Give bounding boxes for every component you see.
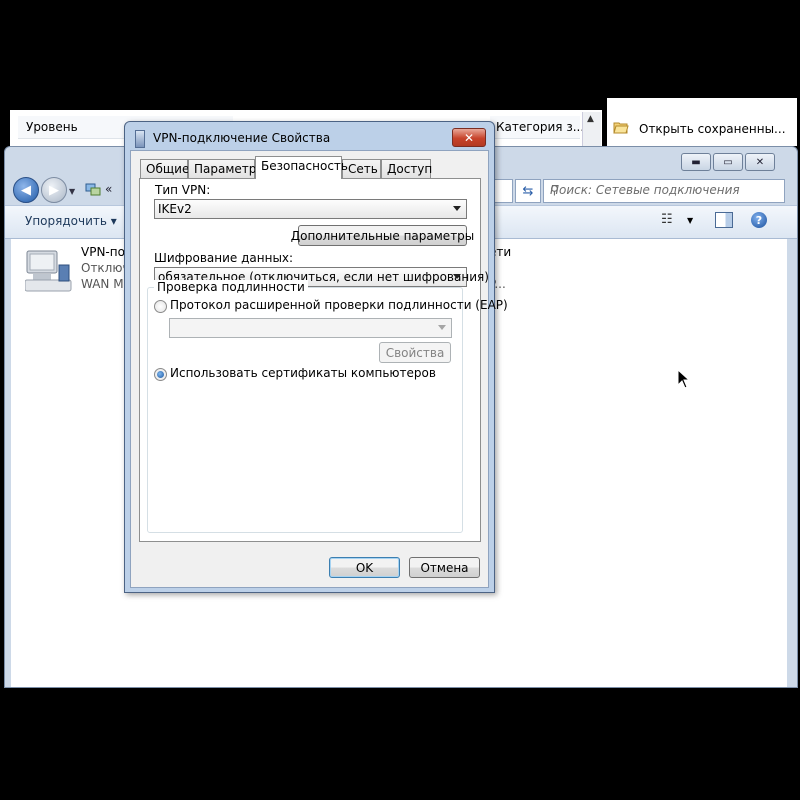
chevron-down-icon [453, 274, 461, 279]
authentication-group: Проверка подлинности Протокол расширенно… [147, 280, 508, 533]
background-column-label: Уровень [26, 120, 78, 134]
authentication-group-title: Проверка подлинности [154, 280, 308, 294]
eap-properties-button[interactable]: Свойства [379, 342, 451, 363]
minimize-button[interactable]: ▬ [681, 153, 711, 171]
vpn-type-label: Тип VPN: [155, 183, 211, 197]
vpn-type-value: IKEv2 [158, 202, 192, 216]
folder-open-icon [613, 122, 629, 134]
history-dropdown-icon[interactable]: ▼ [69, 187, 75, 196]
eap-radio[interactable] [154, 300, 167, 313]
chevron-down-icon [438, 325, 446, 330]
help-button[interactable]: ? [751, 212, 767, 228]
organize-button[interactable]: Упорядочить ▾ [25, 214, 117, 228]
maximize-icon: ▭ [723, 156, 733, 168]
ok-button[interactable]: OK [329, 557, 400, 578]
eap-method-select[interactable] [169, 318, 452, 338]
tab-security[interactable]: Безопасность [255, 156, 348, 179]
refresh-icon: ⇆ [522, 183, 534, 199]
chevron-down-icon [453, 206, 461, 211]
tab-options[interactable]: Параметры [188, 159, 266, 178]
vpn-type-select[interactable]: IKEv2 [154, 199, 467, 219]
refresh-button[interactable]: ⇆ [515, 179, 541, 203]
tab-general[interactable]: Общие [140, 159, 189, 178]
list-item-device: WAN Mi [81, 277, 127, 291]
network-connections-icon [85, 183, 101, 196]
arrow-right-icon: ▶ [49, 182, 59, 198]
close-icon: ✕ [755, 156, 765, 168]
search-icon[interactable]: ⚲ [550, 183, 780, 197]
open-saved-link[interactable]: Открыть сохраненны... [639, 122, 786, 136]
minimize-icon: ▬ [691, 156, 701, 168]
tab-sharing[interactable]: Доступ [381, 159, 432, 178]
background-scrollbar[interactable]: ▲ [582, 112, 601, 148]
vpn-connection-icon[interactable] [25, 247, 73, 293]
computer-certificates-label[interactable]: Использовать сертификаты компьютеров [170, 366, 436, 380]
mouse-cursor-icon [677, 369, 691, 389]
security-tab-panel: Тип VPN: IKEv2 Дополнительные параметры … [139, 178, 508, 542]
dialog-close-button[interactable]: ✕ [452, 128, 486, 147]
close-button[interactable]: ✕ [745, 153, 775, 171]
dialog-body: Общие Параметры Безопасность Сеть Доступ… [130, 150, 508, 588]
chevron-down-icon[interactable]: ▼ [687, 216, 693, 225]
maximize-button[interactable]: ▭ [713, 153, 743, 171]
list-item-status: Отключ [81, 261, 130, 275]
arrow-left-icon: ◀ [21, 182, 31, 198]
breadcrumb-chevron[interactable]: « [105, 182, 112, 196]
background-pane: Открыть сохраненны... [607, 98, 797, 146]
background-column-label: Категория з... [496, 120, 585, 134]
back-button[interactable]: ◀ [13, 177, 39, 203]
vpn-properties-dialog: VPN-подключение Свойства ✕ Общие Парамет… [124, 121, 508, 593]
help-icon: ? [755, 213, 763, 227]
advanced-settings-button[interactable]: Дополнительные параметры [291, 225, 474, 246]
window-controls: ▬ ▭ ✕ [681, 153, 775, 171]
eap-radio-label[interactable]: Протокол расширенной проверки подлинност… [170, 298, 508, 312]
forward-button[interactable]: ▶ [41, 177, 67, 203]
background-column-header[interactable]: Категория з... [490, 116, 584, 139]
close-icon: ✕ [463, 130, 475, 145]
preview-pane-button[interactable] [715, 212, 733, 228]
view-icon[interactable]: ☷ [661, 212, 673, 227]
scroll-up-icon[interactable]: ▲ [587, 114, 594, 124]
cancel-button[interactable]: Отмена [409, 557, 480, 578]
search-input[interactable]: Поиск: Сетевые подключения ⚲ [543, 179, 785, 203]
computer-certificates-radio[interactable] [154, 368, 167, 381]
encryption-label: Шифрование данных: [154, 251, 294, 265]
connection-icon [135, 130, 145, 148]
dialog-title: VPN-подключение Свойства [153, 131, 331, 145]
